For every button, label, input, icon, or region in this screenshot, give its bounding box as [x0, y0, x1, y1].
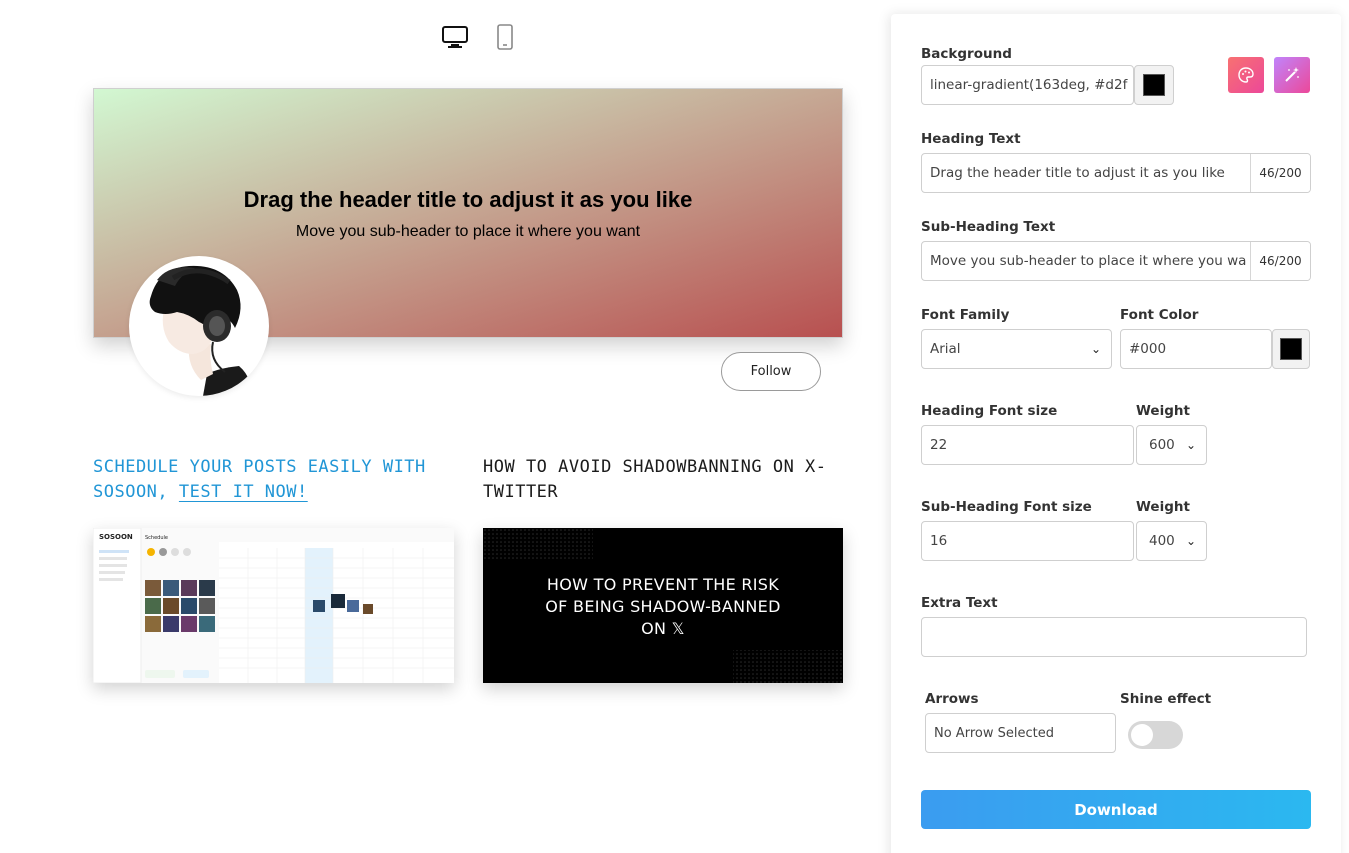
extra-text-input[interactable]: [921, 617, 1307, 657]
mobile-preview-button[interactable]: [496, 24, 514, 55]
background-label: Background: [921, 46, 1012, 62]
background-input[interactable]: linear-gradient(163deg, #d2f: [921, 65, 1134, 105]
avatar: [129, 256, 269, 396]
font-color-picker[interactable]: [1272, 329, 1310, 369]
heading-weight-value: 600: [1149, 437, 1175, 453]
subheading-text-value: Move you sub-header to place it where yo…: [930, 253, 1247, 269]
heading-text-input[interactable]: Drag the header title to adjust it as yo…: [921, 153, 1311, 193]
image-text-line: HOW TO PREVENT THE RISK: [546, 575, 780, 594]
editor-canvas: Drag the header title to adjust it as yo…: [0, 0, 1349, 853]
chevron-down-icon: ⌄: [1185, 534, 1196, 548]
font-color-swatch: [1280, 338, 1302, 360]
image-text-line: OF BEING SHADOW-BANNED: [545, 597, 781, 616]
heading-font-size-label: Heading Font size: [921, 403, 1058, 419]
arrows-select[interactable]: No Arrow Selected: [925, 713, 1116, 753]
heading-weight-select[interactable]: 600 ⌄: [1136, 425, 1207, 465]
palette-button[interactable]: [1228, 57, 1264, 93]
magic-wand-icon: [1285, 67, 1299, 82]
subheading-text-input[interactable]: Move you sub-header to place it where yo…: [921, 241, 1311, 281]
arrows-label: Arrows: [925, 691, 979, 707]
heading-font-size-input[interactable]: 22: [921, 425, 1134, 465]
smartphone-icon: [497, 24, 513, 50]
palette-icon: [1238, 67, 1254, 83]
subheading-text-label: Sub-Heading Text: [921, 219, 1056, 235]
font-family-select[interactable]: Arial ⌄: [921, 329, 1112, 369]
magic-wand-button[interactable]: [1274, 57, 1310, 93]
subheading-char-counter: 46/200: [1250, 242, 1310, 280]
arrows-value: No Arrow Selected: [934, 725, 1054, 741]
shadowban-article-thumbnail[interactable]: HOW TO PREVENT THE RISK OF BEING SHADOW-…: [483, 528, 843, 683]
article-title-schedule[interactable]: Schedule your posts easily with SOSOON, …: [93, 455, 458, 505]
monitor-icon: [442, 26, 468, 48]
scheduler-screenshot-image: SOSOON Schedule: [93, 528, 454, 683]
avatar-illustration: [149, 265, 253, 396]
desktop-preview-button[interactable]: [441, 24, 469, 55]
heading-text-label: Heading Text: [921, 131, 1021, 147]
subheading-weight-select[interactable]: 400 ⌄: [1136, 521, 1207, 561]
test-it-now-link[interactable]: test it now!: [179, 482, 308, 502]
font-color-input[interactable]: #000: [1120, 329, 1272, 369]
heading-font-size-value: 22: [930, 437, 948, 453]
font-family-value: Arial: [930, 341, 961, 357]
font-color-value: #000: [1129, 341, 1167, 357]
extra-text-label: Extra Text: [921, 595, 998, 611]
toggle-knob: [1131, 724, 1153, 746]
font-color-label: Font Color: [1120, 307, 1199, 323]
shadowban-image-text: HOW TO PREVENT THE RISK OF BEING SHADOW-…: [483, 574, 843, 640]
subheading-weight-value: 400: [1149, 533, 1175, 549]
font-family-label: Font Family: [921, 307, 1010, 323]
chevron-down-icon: ⌄: [1090, 342, 1101, 356]
heading-weight-label: Weight: [1136, 403, 1190, 419]
subheading-font-size-value: 16: [930, 533, 948, 549]
background-input-value: linear-gradient(163deg, #d2f: [930, 77, 1128, 93]
svg-text:Schedule: Schedule: [145, 535, 168, 541]
shine-effect-label: Shine effect: [1120, 691, 1212, 707]
subheading-font-size-label: Sub-Heading Font size: [921, 499, 1092, 515]
subheading-weight-label: Weight: [1136, 499, 1190, 515]
article-title-shadowban[interactable]: How to avoid shadowbanning on X-Twitter: [483, 455, 848, 505]
background-color-picker[interactable]: [1134, 65, 1174, 105]
follow-button[interactable]: Follow: [721, 352, 821, 391]
subheading-font-size-input[interactable]: 16: [921, 521, 1134, 561]
sosoon-screenshot-thumbnail[interactable]: SOSOON Schedule: [93, 528, 454, 683]
download-button[interactable]: Download: [921, 790, 1311, 829]
banner-heading[interactable]: Drag the header title to adjust it as yo…: [94, 187, 842, 213]
heading-text-value: Drag the header title to adjust it as yo…: [930, 165, 1225, 181]
banner-subheading[interactable]: Move you sub-header to place it where yo…: [94, 223, 842, 241]
background-color-swatch: [1143, 74, 1165, 96]
chevron-down-icon: ⌄: [1185, 438, 1196, 452]
image-text-line: ON 𝕏: [641, 619, 685, 638]
svg-text:SOSOON: SOSOON: [99, 533, 133, 541]
heading-char-counter: 46/200: [1250, 154, 1310, 192]
shine-effect-toggle[interactable]: [1128, 721, 1183, 749]
